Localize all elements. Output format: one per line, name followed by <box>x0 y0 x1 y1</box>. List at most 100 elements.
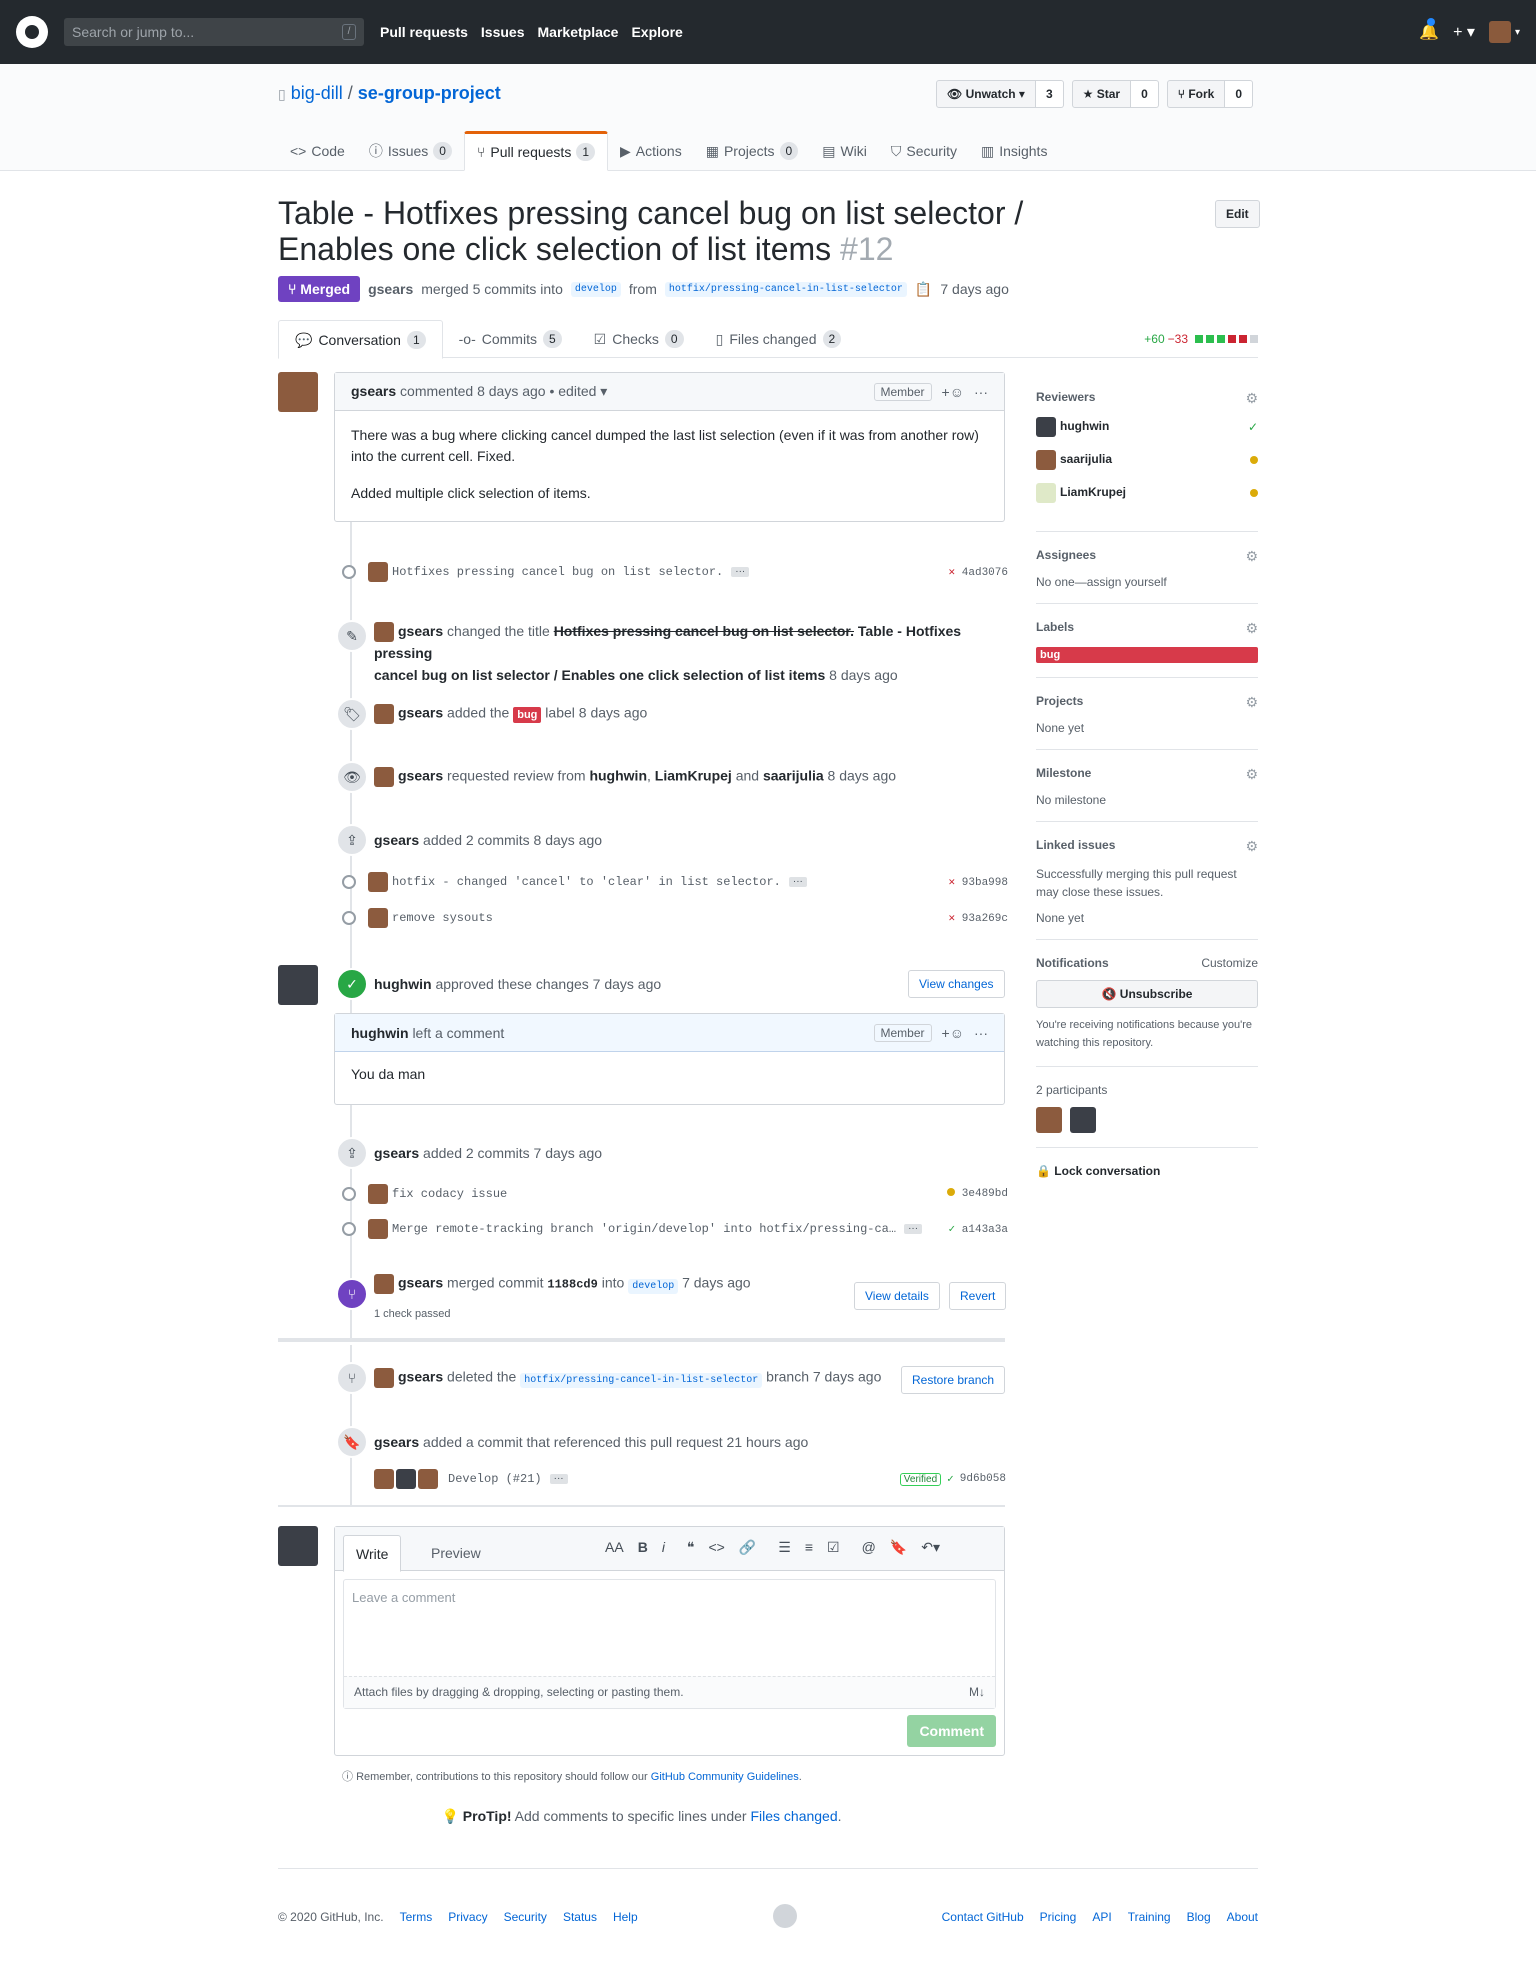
commit-sha[interactable]: Verified ✓ 9d6b058 <box>899 1472 1006 1486</box>
revert-button[interactable]: Revert <box>949 1282 1007 1310</box>
footer-link-about[interactable]: About <box>1227 1910 1258 1924</box>
merge-commit-sha[interactable]: 1188cd9 <box>547 1278 597 1292</box>
participant-avatar[interactable] <box>1036 1107 1062 1133</box>
markdown-icon[interactable]: M↓ <box>969 1677 985 1708</box>
footer-link-terms[interactable]: Terms <box>400 1910 433 1924</box>
footer-link-help[interactable]: Help <box>613 1910 638 1924</box>
commit-sha[interactable]: 3e489bd <box>947 1188 1008 1200</box>
event-author[interactable]: gsears <box>374 1434 419 1450</box>
italic-icon[interactable]: i <box>662 1539 665 1556</box>
commit-sha[interactable]: ✕ 93ba998 <box>949 875 1008 889</box>
avatar[interactable] <box>368 1184 388 1204</box>
avatar[interactable] <box>368 872 388 892</box>
repo-owner-link[interactable]: big-dill <box>291 83 343 103</box>
mention-icon[interactable]: @ <box>862 1539 876 1556</box>
files-changed-link[interactable]: Files changed <box>750 1808 837 1824</box>
plus-icon[interactable]: + ▾ <box>1453 22 1475 42</box>
fork-button[interactable]: ⑂ Fork <box>1166 80 1226 108</box>
edit-title-button[interactable]: Edit <box>1215 200 1260 228</box>
gear-icon[interactable]: ⚙ <box>1245 838 1258 855</box>
footer-link-contact[interactable]: Contact GitHub <box>942 1910 1024 1924</box>
avatar[interactable] <box>278 372 318 412</box>
avatar[interactable] <box>418 1469 438 1489</box>
bold-icon[interactable]: B <box>638 1539 648 1556</box>
avatar[interactable] <box>368 562 388 582</box>
tab-security[interactable]: ⛉ Security <box>879 131 969 171</box>
commit-sha[interactable]: ✕ 4ad3076 <box>949 565 1008 579</box>
base-branch[interactable]: develop <box>628 1278 679 1294</box>
fork-button-group[interactable]: ⑂ Fork 0 <box>1166 80 1254 108</box>
preview-tab[interactable]: Preview <box>419 1535 493 1571</box>
avatar[interactable] <box>374 704 394 724</box>
gear-icon[interactable]: ⚙ <box>1245 390 1258 407</box>
tab-commits[interactable]: -o- Commits 5 <box>443 320 578 358</box>
tab-wiki[interactable]: ▤ Wiki <box>810 131 879 171</box>
commit-sha[interactable]: ✕ 93a269c <box>949 911 1008 925</box>
add-reaction-icon[interactable]: +☺ <box>942 384 964 400</box>
comment-textarea[interactable]: Leave a comment Attach files by dragging… <box>343 1579 996 1709</box>
github-mark-icon[interactable] <box>773 1904 797 1928</box>
view-details-button[interactable]: View details <box>854 1282 940 1310</box>
watch-button-group[interactable]: 👁 Unwatch ▾ 3 <box>936 80 1064 108</box>
footer-link-blog[interactable]: Blog <box>1187 1910 1211 1924</box>
comment-author[interactable]: gsears <box>351 383 396 399</box>
repo-name-link[interactable]: se-group-project <box>358 83 501 103</box>
reviewer-row[interactable]: hughwin ✓ <box>1036 417 1258 437</box>
reviewer-row[interactable]: saarijulia <box>1036 450 1258 470</box>
avatar[interactable] <box>368 908 388 928</box>
expand-commit-button[interactable]: ··· <box>788 877 807 887</box>
avatar[interactable] <box>278 1526 318 1566</box>
event-author[interactable]: gsears <box>398 705 443 721</box>
avatar[interactable] <box>374 1274 394 1294</box>
tab-code[interactable]: <> Code <box>278 131 357 171</box>
event-author[interactable]: gsears <box>374 1145 419 1161</box>
attach-files-area[interactable]: Attach files by dragging & dropping, sel… <box>344 1676 995 1708</box>
avatar[interactable] <box>278 965 318 1005</box>
verified-badge[interactable]: Verified <box>899 1472 942 1486</box>
saved-reply-icon[interactable]: 🔖 <box>890 1539 907 1556</box>
tab-insights[interactable]: ▥ Insights <box>969 131 1059 171</box>
pr-author[interactable]: gsears <box>368 281 413 297</box>
nav-explore[interactable]: Explore <box>631 24 682 40</box>
expand-commit-button[interactable]: ··· <box>549 1474 568 1484</box>
tab-projects[interactable]: ▦ Projects 0 <box>694 131 811 171</box>
heading-icon[interactable]: AA <box>605 1539 624 1556</box>
add-reaction-icon[interactable]: +☺ <box>942 1025 964 1041</box>
reviewer-link[interactable]: saarijulia <box>763 768 824 784</box>
avatar[interactable] <box>396 1469 416 1489</box>
restore-branch-button[interactable]: Restore branch <box>901 1366 1006 1394</box>
nav-issues[interactable]: Issues <box>481 24 525 40</box>
milestone-heading[interactable]: Milestone <box>1036 766 1091 783</box>
event-author[interactable]: gsears <box>374 832 419 848</box>
ordered-list-icon[interactable]: ≡ <box>805 1539 813 1556</box>
watch-button[interactable]: 👁 Unwatch ▾ <box>936 80 1036 108</box>
event-author[interactable]: gsears <box>398 1369 443 1385</box>
write-tab[interactable]: Write <box>343 1535 402 1572</box>
footer-link-security[interactable]: Security <box>504 1910 547 1924</box>
checks-passed-text[interactable]: 1 check passed <box>374 1308 450 1320</box>
event-author[interactable]: gsears <box>398 623 443 639</box>
caret-down-icon[interactable]: ▾ <box>600 383 607 399</box>
star-count[interactable]: 0 <box>1131 80 1159 108</box>
commit-message[interactable]: remove sysouts <box>392 911 493 925</box>
tab-conversation[interactable]: 💬 Conversation 1 <box>278 320 443 359</box>
head-branch[interactable]: hotfix/pressing-cancel-in-list-selector <box>664 281 907 297</box>
tab-files-changed[interactable]: ▯ Files changed 2 <box>700 320 858 358</box>
avatar[interactable] <box>368 1219 388 1239</box>
comment-submit-button[interactable]: Comment <box>907 1715 996 1747</box>
reviewer-link[interactable]: hughwin <box>589 768 647 784</box>
link-icon[interactable]: 🔗 <box>739 1539 756 1556</box>
tab-checks[interactable]: ☑ Checks 0 <box>578 320 700 358</box>
footer-link-api[interactable]: API <box>1092 1910 1111 1924</box>
participant-avatar[interactable] <box>1070 1107 1096 1133</box>
reviewer-link[interactable]: LiamKrupej <box>655 768 732 784</box>
linked-issues-heading[interactable]: Linked issues <box>1036 838 1115 855</box>
assignees-text[interactable]: No one—assign yourself <box>1036 575 1258 589</box>
comment-author[interactable]: hughwin <box>351 1025 409 1041</box>
quote-icon[interactable]: ❝ <box>687 1539 695 1556</box>
task-list-icon[interactable]: ☑ <box>827 1539 840 1556</box>
commit-message[interactable]: Develop (#21) <box>448 1472 542 1486</box>
footer-link-privacy[interactable]: Privacy <box>448 1910 487 1924</box>
commit-message[interactable]: Merge remote-tracking branch 'origin/dev… <box>392 1222 896 1236</box>
code-icon[interactable]: <> <box>708 1539 724 1556</box>
